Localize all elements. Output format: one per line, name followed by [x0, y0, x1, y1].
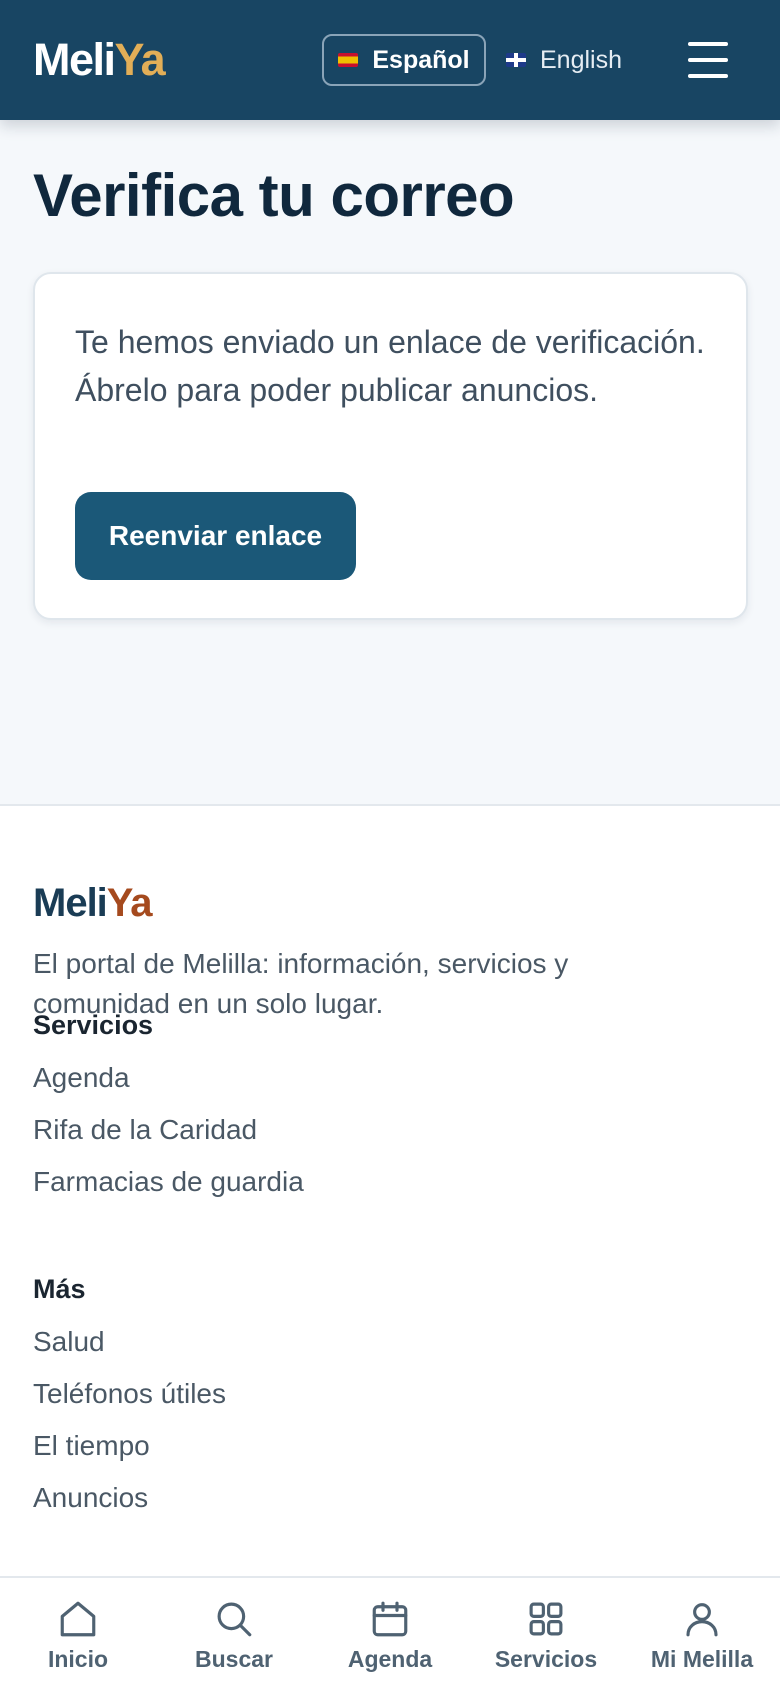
footer-link-anuncios[interactable]: Anuncios — [33, 1482, 148, 1514]
language-english-button[interactable]: English — [506, 34, 622, 86]
search-icon — [217, 1602, 252, 1637]
footer-logo-text-ya: Ya — [106, 881, 153, 925]
logo-text-meli: Meli — [33, 34, 116, 85]
top-header: MeliYa Español English — [0, 0, 780, 120]
language-english-label: English — [540, 45, 622, 74]
language-spanish-label: Español — [372, 45, 470, 74]
footer-heading-servicios: Servicios — [33, 1010, 154, 1040]
nav-item-servicios[interactable]: Servicios — [468, 1578, 624, 1688]
uk-flag-icon — [506, 53, 526, 67]
home-icon — [60, 1601, 96, 1637]
language-spanish-button[interactable]: Español — [322, 34, 486, 86]
nav-label-inicio: Inicio — [47, 1646, 109, 1672]
site-logo[interactable]: MeliYa — [33, 34, 166, 86]
footer-link-agenda[interactable]: Agenda — [33, 1062, 130, 1094]
logo-text-ya: Ya — [114, 34, 166, 85]
hamburger-menu-icon[interactable] — [688, 42, 728, 78]
resend-link-button[interactable]: Reenviar enlace — [75, 492, 356, 580]
menu-bar — [688, 74, 728, 78]
footer-logo[interactable]: MeliYa — [33, 880, 153, 926]
footer-link-salud[interactable]: Salud — [33, 1326, 105, 1358]
page: MeliYa Español English Verifica tu corre… — [0, 0, 780, 1688]
verification-card: Te hemos enviado un enlace de verificaci… — [33, 272, 748, 620]
nav-item-inicio[interactable]: Inicio — [0, 1578, 156, 1688]
calendar-icon — [372, 1601, 408, 1637]
verification-message: Te hemos enviado un enlace de verificaci… — [75, 324, 705, 408]
menu-bar — [688, 58, 728, 62]
footer-heading-mas: Más — [33, 1274, 86, 1304]
nav-label-mi-melilla: Mi Melilla — [650, 1646, 754, 1672]
nav-label-agenda: Agenda — [347, 1646, 433, 1672]
nav-label-buscar: Buscar — [195, 1646, 273, 1672]
menu-bar — [688, 42, 728, 46]
grid-icon — [529, 1602, 563, 1636]
user-icon — [686, 1603, 718, 1637]
footer-link-tiempo[interactable]: El tiempo — [33, 1430, 150, 1462]
nav-item-mi-melilla[interactable]: Mi Melilla — [624, 1578, 780, 1688]
site-footer: MeliYa El portal de Melilla: información… — [0, 804, 780, 1688]
nav-item-agenda[interactable]: Agenda — [312, 1578, 468, 1688]
nav-label-servicios: Servicios — [494, 1646, 598, 1672]
page-title: Verifica tu correo — [33, 162, 515, 229]
spain-flag-icon — [338, 53, 359, 67]
footer-link-farmacias[interactable]: Farmacias de guardia — [33, 1166, 304, 1198]
nav-item-buscar[interactable]: Buscar — [156, 1578, 312, 1688]
footer-logo-text-meli: Meli — [33, 881, 108, 925]
footer-link-telefonos[interactable]: Teléfonos útiles — [33, 1378, 226, 1410]
bottom-navigation: Inicio Buscar Agenda Servicios Mi Melill… — [0, 1576, 780, 1688]
footer-link-rifa[interactable]: Rifa de la Caridad — [33, 1114, 257, 1146]
